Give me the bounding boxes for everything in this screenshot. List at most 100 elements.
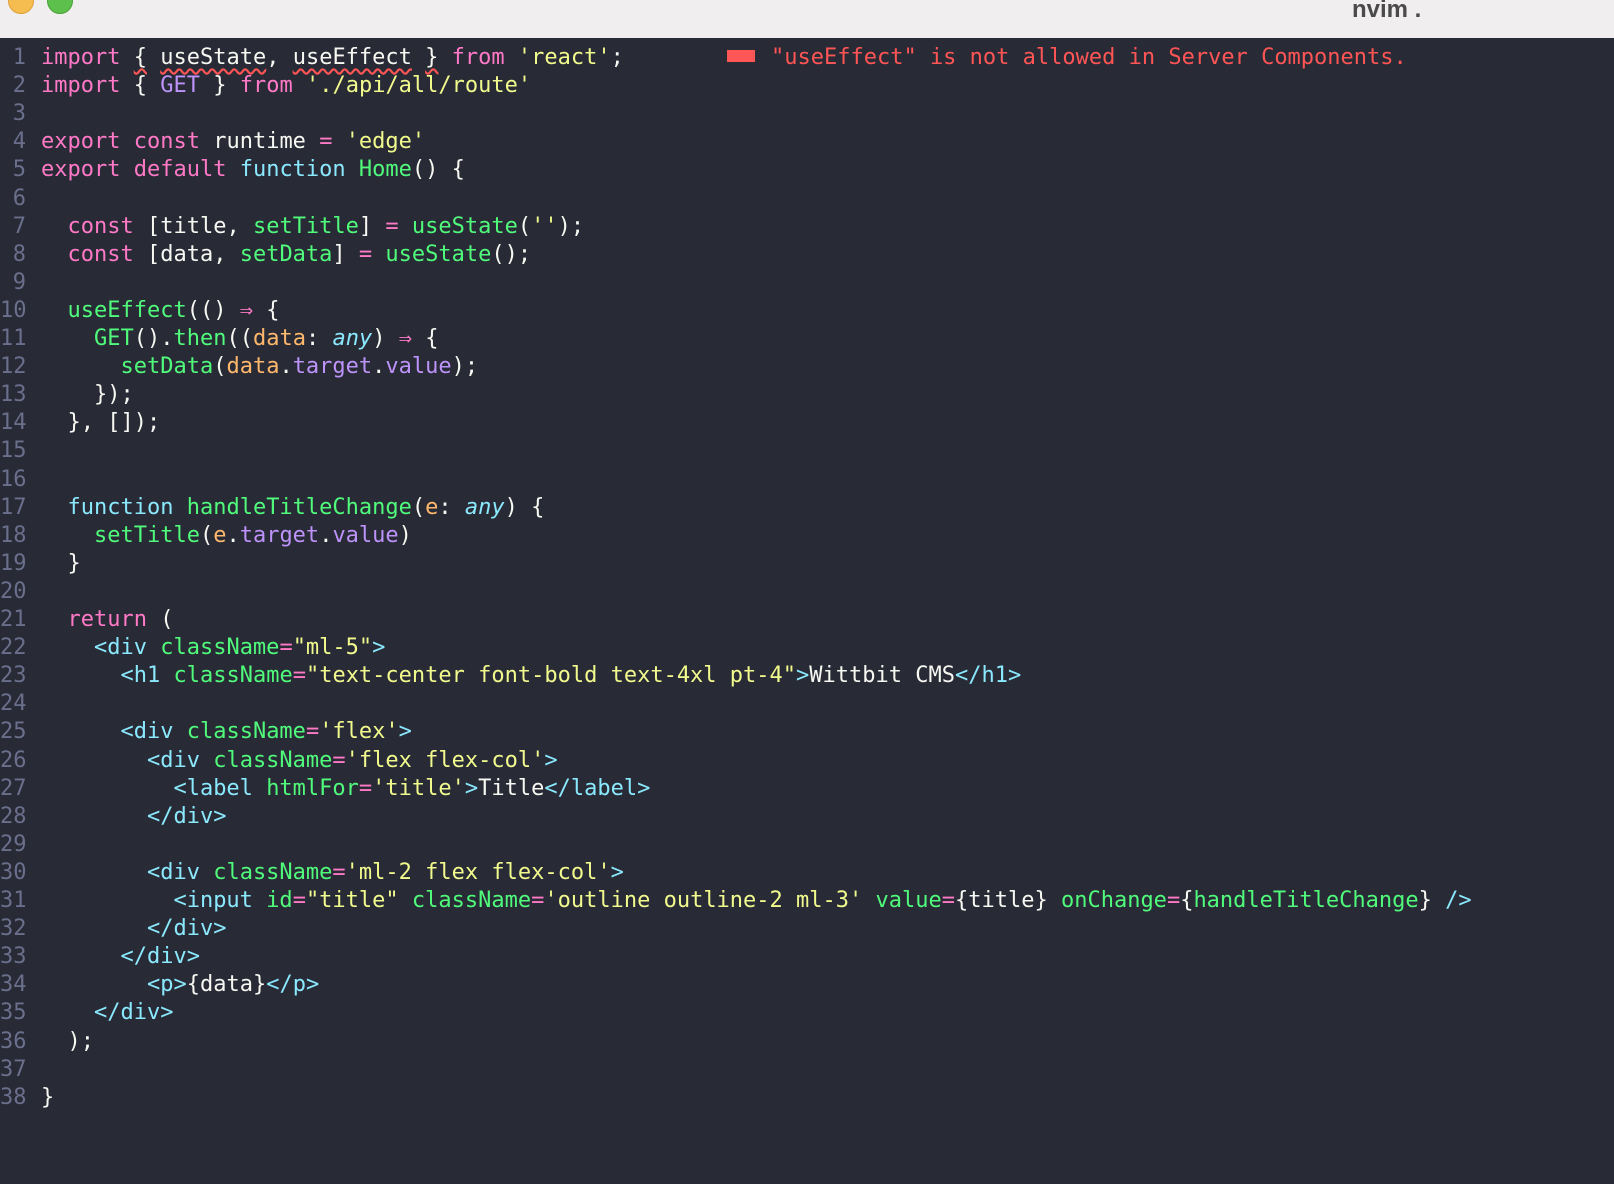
line-code: </div> xyxy=(41,802,226,831)
code-line[interactable]: 27 <label htmlFor='title'>Title</label> xyxy=(0,774,1614,803)
code-token: className xyxy=(160,635,280,661)
code-token: target xyxy=(292,354,373,380)
code-token: > xyxy=(372,635,386,661)
code-line[interactable]: 11 GET().then((data: any) ⇒ { xyxy=(0,324,1614,353)
code-line[interactable]: 19 } xyxy=(0,549,1614,578)
code-editor[interactable]: 1 import { useState, useEffect } from 're… xyxy=(0,38,1614,1184)
line-code: <div className='ml-2 flex flex-col'> xyxy=(41,858,624,887)
code-line[interactable]: 14 }, []); xyxy=(0,408,1614,437)
code-token: , xyxy=(266,45,293,70)
code-token: ); xyxy=(41,1028,94,1054)
code-line[interactable]: 2 import { GET } from './api/all/route' xyxy=(0,71,1614,100)
line-number: 2 xyxy=(12,73,26,99)
code-token: "title" xyxy=(305,888,399,913)
code-line[interactable]: 16 xyxy=(0,465,1614,494)
code-token: setTitle xyxy=(252,213,359,239)
zoom-button[interactable] xyxy=(47,0,73,14)
code-token: <label xyxy=(173,775,253,801)
code-token: className xyxy=(213,859,333,885)
code-token: {title} xyxy=(955,888,1048,913)
code-token: > xyxy=(544,747,558,773)
code-token: from xyxy=(451,45,505,70)
code-line[interactable]: 35 </div> xyxy=(0,998,1614,1027)
code-line[interactable]: 9 xyxy=(0,268,1614,297)
code-token: ) { xyxy=(504,494,545,520)
code-token: > xyxy=(398,719,412,745)
code-line[interactable]: 24 xyxy=(0,689,1614,718)
code-line[interactable]: 37 xyxy=(0,1055,1614,1084)
code-token: "ml-5" xyxy=(292,635,373,661)
code-line[interactable]: 3 xyxy=(0,99,1614,128)
code-token: function xyxy=(239,157,346,183)
code-line[interactable]: 29 xyxy=(0,830,1614,859)
code-line[interactable]: 30 <div className='ml-2 flex flex-col'> xyxy=(0,858,1614,887)
code-token: then xyxy=(173,326,227,351)
line-code: </div> xyxy=(41,998,173,1027)
code-line[interactable]: 21 return ( xyxy=(0,605,1614,634)
error-token: } xyxy=(425,45,439,70)
code-token: Home xyxy=(358,157,412,183)
code-line[interactable]: 22 <div className="ml-5"> xyxy=(0,633,1614,662)
code-token: default xyxy=(133,157,227,183)
code-line[interactable]: 8 const [data, setData] = useState(); xyxy=(0,240,1614,269)
minimize-button[interactable] xyxy=(8,0,34,14)
line-number: 28 xyxy=(0,803,27,829)
code-line[interactable]: 18 setTitle(e.target.value) xyxy=(0,521,1614,550)
code-line[interactable]: 23 <h1 className="text-center font-bold … xyxy=(0,661,1614,690)
code-line[interactable]: 38} xyxy=(0,1083,1614,1112)
code-token: import xyxy=(41,73,121,99)
code-line[interactable]: 25 <div className='flex'> xyxy=(0,717,1614,746)
line-number: 30 xyxy=(0,859,27,885)
code-line[interactable]: 7 const [title, setTitle] = useState('')… xyxy=(0,212,1614,241)
line-number: 29 xyxy=(0,831,27,857)
code-token: . xyxy=(319,522,333,548)
code-token: </div> xyxy=(146,803,227,829)
code-token: useState xyxy=(385,241,492,267)
code-token: = xyxy=(332,747,346,773)
code-token: : xyxy=(438,494,465,520)
line-number: 3 xyxy=(12,101,26,127)
code-line[interactable]: 15 xyxy=(0,436,1614,465)
code-token: const xyxy=(67,213,134,239)
code-line[interactable]: 4 export const runtime = 'edge' xyxy=(0,127,1614,156)
code-token: value xyxy=(332,522,399,548)
code-token: = xyxy=(941,888,955,913)
code-line[interactable]: 10 useEffect(() ⇒ { xyxy=(0,296,1614,325)
code-token: = xyxy=(292,888,306,913)
line-number: 38 xyxy=(0,1084,27,1110)
line-code: import { GET } from './api/all/route' xyxy=(41,71,531,100)
line-code: setData(data.target.value); xyxy=(41,352,478,381)
code-line[interactable]: 6 xyxy=(0,184,1614,213)
code-line[interactable]: 33 </div> xyxy=(0,942,1614,971)
code-token: useState xyxy=(411,213,518,239)
code-line[interactable]: 12 setData(data.target.value); xyxy=(0,352,1614,381)
code-token: { xyxy=(411,326,439,351)
code-line[interactable]: 31 <input id="title" className='outline … xyxy=(0,886,1614,915)
code-token: e xyxy=(213,522,227,548)
line-code: <h1 className="text-center font-bold tex… xyxy=(41,661,1021,690)
code-token: </div> xyxy=(146,916,227,942)
code-line[interactable]: 20 xyxy=(0,577,1614,606)
code-token: = xyxy=(279,635,293,661)
code-line[interactable]: 28 </div> xyxy=(0,802,1614,831)
code-line[interactable]: 34 <p>{data}</p> xyxy=(0,970,1614,999)
code-line[interactable]: 17 function handleTitleChange(e: any) { xyxy=(0,493,1614,522)
code-line[interactable]: 26 <div className='flex flex-col'> xyxy=(0,746,1614,775)
code-token: ( xyxy=(146,607,174,632)
code-line[interactable]: 5 export default function Home() { xyxy=(0,155,1614,184)
code-line[interactable]: 36 ); xyxy=(0,1027,1614,1056)
line-number: 21 xyxy=(0,607,27,632)
code-line[interactable]: 32 </div> xyxy=(0,914,1614,943)
line-code: GET().then((data: any) ⇒ { xyxy=(41,324,438,353)
code-line[interactable]: 13 }); xyxy=(0,380,1614,409)
